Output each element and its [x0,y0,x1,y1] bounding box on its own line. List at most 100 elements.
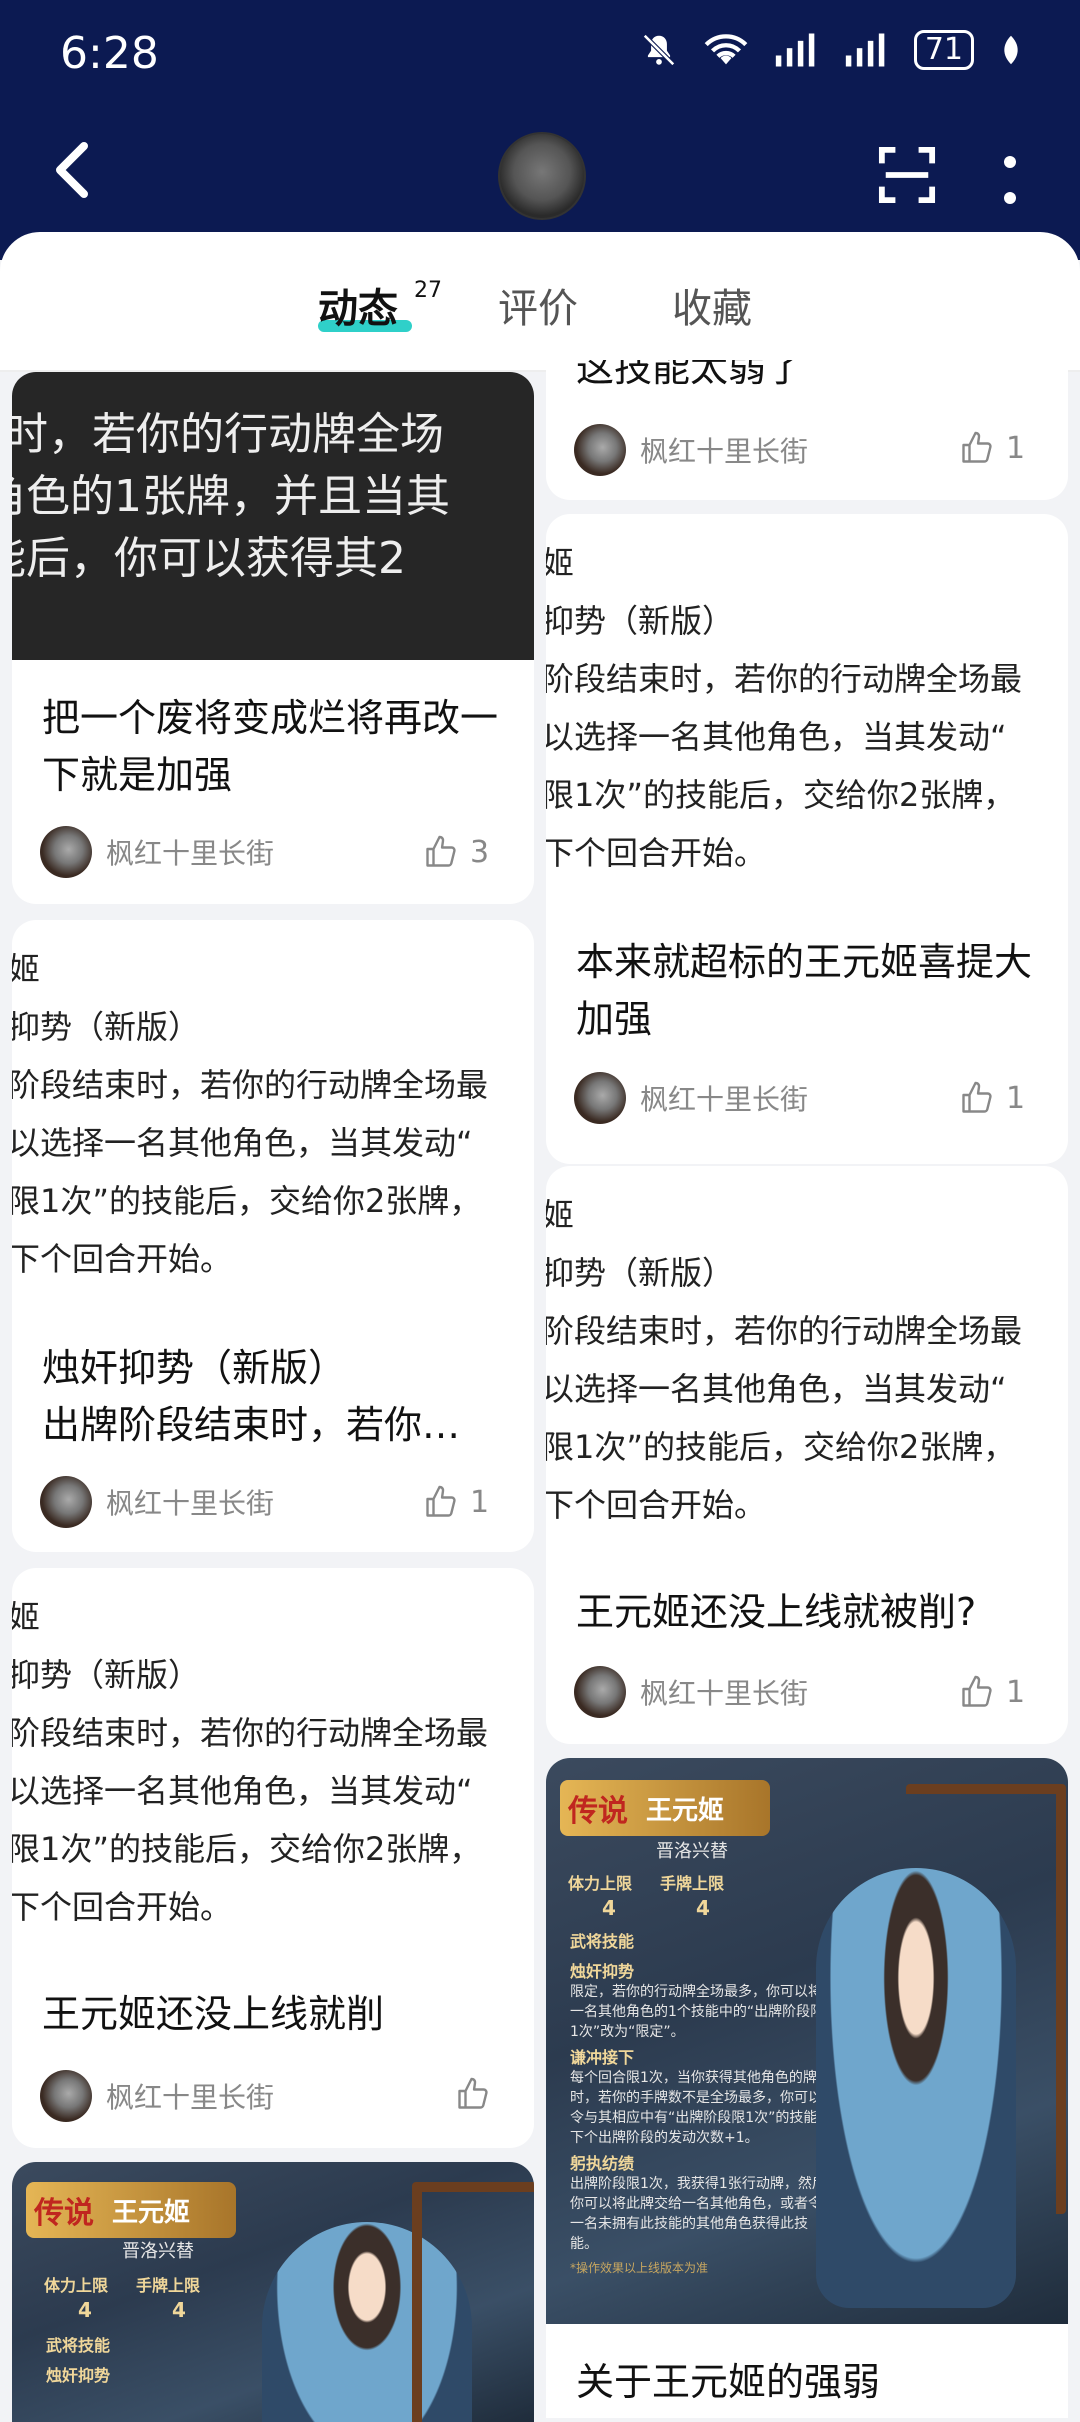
post-image-card[interactable]: 传说 王元姬 晋洛兴替 体力上限 手牌上限 4 4 武将技能 烛奸抑势 [12,2162,534,2422]
skill-name: 烛奸抑势 [46,2366,111,2385]
tab-favorites[interactable]: 收藏 [672,276,752,334]
like-count: 1 [470,1484,490,1520]
hp-label: 体力上限 [44,2276,109,2295]
hero-name: 王元姬 [646,1796,725,1826]
post-title: 王元姬还没上线就被削? [576,1590,977,1634]
post-card[interactable]: 姬 抑势（新版） 阶段结束时，若你的行动牌全场最 以选择一名其他角色，当其发动“… [546,514,1068,1164]
snippet-line: 以选择一名其他角色，当其发动“ [12,1772,473,1810]
author-row[interactable]: 枫红十里长街 [574,1664,808,1720]
snippet-line: 下个回合开始。 [546,834,767,872]
like-button[interactable]: 1 [958,1674,1025,1710]
hero-name: 王元姬 [112,2198,191,2228]
snippet-line: 限1次”的技能后，交给你2张牌， [12,1830,482,1868]
like-button[interactable]: 1 [958,1080,1025,1116]
hp-label: 体力上限 [568,1874,633,1893]
author-name: 枫红十里长街 [106,1487,275,1520]
tab-dynamics[interactable]: 动态 [318,276,398,334]
post-title-line2: 出牌阶段结束时，若你… [42,1403,461,1447]
snippet-line: 下个回合开始。 [546,1486,767,1524]
author-row[interactable]: 枫红十里长街 [40,1474,274,1530]
tab-bar: 动态 27 评价 收藏 [0,268,1080,338]
snippet-line: 限1次”的技能后，交给你2张牌， [546,1428,1016,1466]
post-card[interactable]: 这技能太弱了 枫红十里长街 1 [546,360,1068,500]
more-options-icon[interactable] [1000,150,1020,210]
author-avatar [40,826,92,878]
post-title-line1: 烛奸抑势（新版） [42,1346,347,1390]
like-count: 3 [470,834,490,870]
snippet-line: 姬 [12,1598,41,1636]
skill-description: 出牌阶段限1次，我获得1张行动牌，然后你可以将此牌交给一名其他角色，或者令一名未… [570,2176,826,2252]
snippet-line: 抑势（新版） [12,1656,201,1694]
post-card[interactable]: 传说 王元姬 晋洛兴替 体力上限 手牌上限 4 4 武将技能 烛奸抑势 限定，若… [546,1758,1068,2418]
snippet-line: 阶段结束时，若你的行动牌全场最 [546,1312,1023,1350]
post-card[interactable]: 时，若你的行动牌全场 角色的1张牌，并且当其 能后，你可以获得其2 把一个废将变… [12,372,534,904]
snippet-line: 姬 [12,950,41,988]
wifi-icon [704,34,748,65]
like-button[interactable] [454,2076,502,2112]
hand-value: 4 [696,1896,710,1920]
thumbs-up-icon [426,835,456,867]
author-row[interactable]: 枫红十里长街 [574,1070,808,1126]
snippet-line: 抑势（新版） [546,1254,735,1292]
author-row[interactable]: 枫红十里长街 [40,824,274,880]
status-icons: 71 [640,30,1022,70]
like-button[interactable]: 1 [958,430,1025,466]
rarity-badge: 传说 [568,1794,628,1829]
signal-icon-2 [845,33,885,67]
snippet-line: 以选择一名其他角色，当其发动“ [546,718,1007,756]
tab-dynamics-badge: 27 [414,278,442,303]
thumbs-up-icon [962,1081,992,1113]
like-count: 1 [1006,430,1026,466]
post-card[interactable]: 姬 抑势（新版） 阶段结束时，若你的行动牌全场最 以选择一名其他角色，当其发动“… [546,1166,1068,1744]
author-avatar [40,2070,92,2122]
post-card[interactable]: 姬 抑势（新版） 阶段结束时，若你的行动牌全场最 以选择一名其他角色，当其发动“… [12,920,534,1552]
snippet-line: 下个回合开始。 [12,1240,233,1278]
thumbs-up-icon [962,431,992,463]
skill-description: 每个回合限1次，当你获得其他角色的牌时，若你的手牌数不是全场最多，你可以令与其相… [570,2070,822,2146]
snippet-line: 姬 [546,544,575,582]
post-image: 传说 王元姬 晋洛兴替 体力上限 手牌上限 4 4 武将技能 烛奸抑势 限定，若… [546,1758,1068,2324]
image-text-line: 时，若你的行动牌全场 [12,409,444,460]
snippet-line: 抑势（新版） [12,1008,201,1046]
skill-description: 限定，若你的行动牌全场最多，你可以将一名其他角色的1个技能中的“出牌阶段限1次”… [570,1984,825,2040]
like-count: 1 [1006,1674,1026,1710]
profile-avatar[interactable] [498,132,586,220]
snippet-line: 阶段结束时，若你的行动牌全场最 [12,1714,489,1752]
hand-label: 手牌上限 [136,2276,201,2295]
author-row[interactable]: 枫红十里长街 [40,2068,274,2124]
author-name: 枫红十里长街 [640,1083,809,1116]
battery-indicator: 71 [913,30,974,70]
snippet-line: 限1次”的技能后，交给你2张牌， [546,776,1016,814]
scan-icon[interactable] [878,146,936,204]
skills-label: 武将技能 [570,1932,635,1951]
snippet-line: 阶段结束时，若你的行动牌全场最 [546,660,1023,698]
snippet-line: 以选择一名其他角色，当其发动“ [12,1124,473,1162]
post-image: 时，若你的行动牌全场 角色的1张牌，并且当其 能后，你可以获得其2 [12,372,534,660]
tab-reviews[interactable]: 评价 [498,276,578,334]
skills-label: 武将技能 [46,2336,111,2355]
thumbs-up-icon [962,1675,992,1707]
skill-name: 谦冲接下 [570,2048,635,2067]
author-avatar [574,424,626,476]
author-name: 枫红十里长街 [106,837,275,870]
footnote: *操作效果以上线版本为准 [570,2261,709,2275]
loom-frame [906,1784,1066,2214]
post-title: 关于王元姬的强弱 [576,2360,881,2404]
image-text-line: 角色的1张牌，并且当其 [12,471,450,522]
skill-name: 烛奸抑势 [570,1962,635,1981]
author-avatar [40,1476,92,1528]
post-title: 这技能太弱了 [576,360,805,390]
post-card[interactable]: 姬 抑势（新版） 阶段结束时，若你的行动牌全场最 以选择一名其他角色，当其发动“… [12,1568,534,2148]
like-button[interactable]: 3 [422,834,489,870]
snippet-line: 姬 [546,1196,575,1234]
back-arrow-icon[interactable] [52,140,92,200]
hand-label: 手牌上限 [660,1874,725,1893]
leaf-icon [1004,35,1018,65]
post-title: 王元姬还没上线就削 [42,1992,385,2036]
header-bar: 6:28 71 [0,0,1080,260]
snippet-line: 限1次”的技能后，交给你2张牌， [12,1182,482,1220]
author-row[interactable]: 枫红十里长街 [574,422,808,478]
snippet-line: 以选择一名其他角色，当其发动“ [546,1370,1007,1408]
author-name: 枫红十里长街 [640,1677,809,1710]
like-button[interactable]: 1 [422,1484,489,1520]
